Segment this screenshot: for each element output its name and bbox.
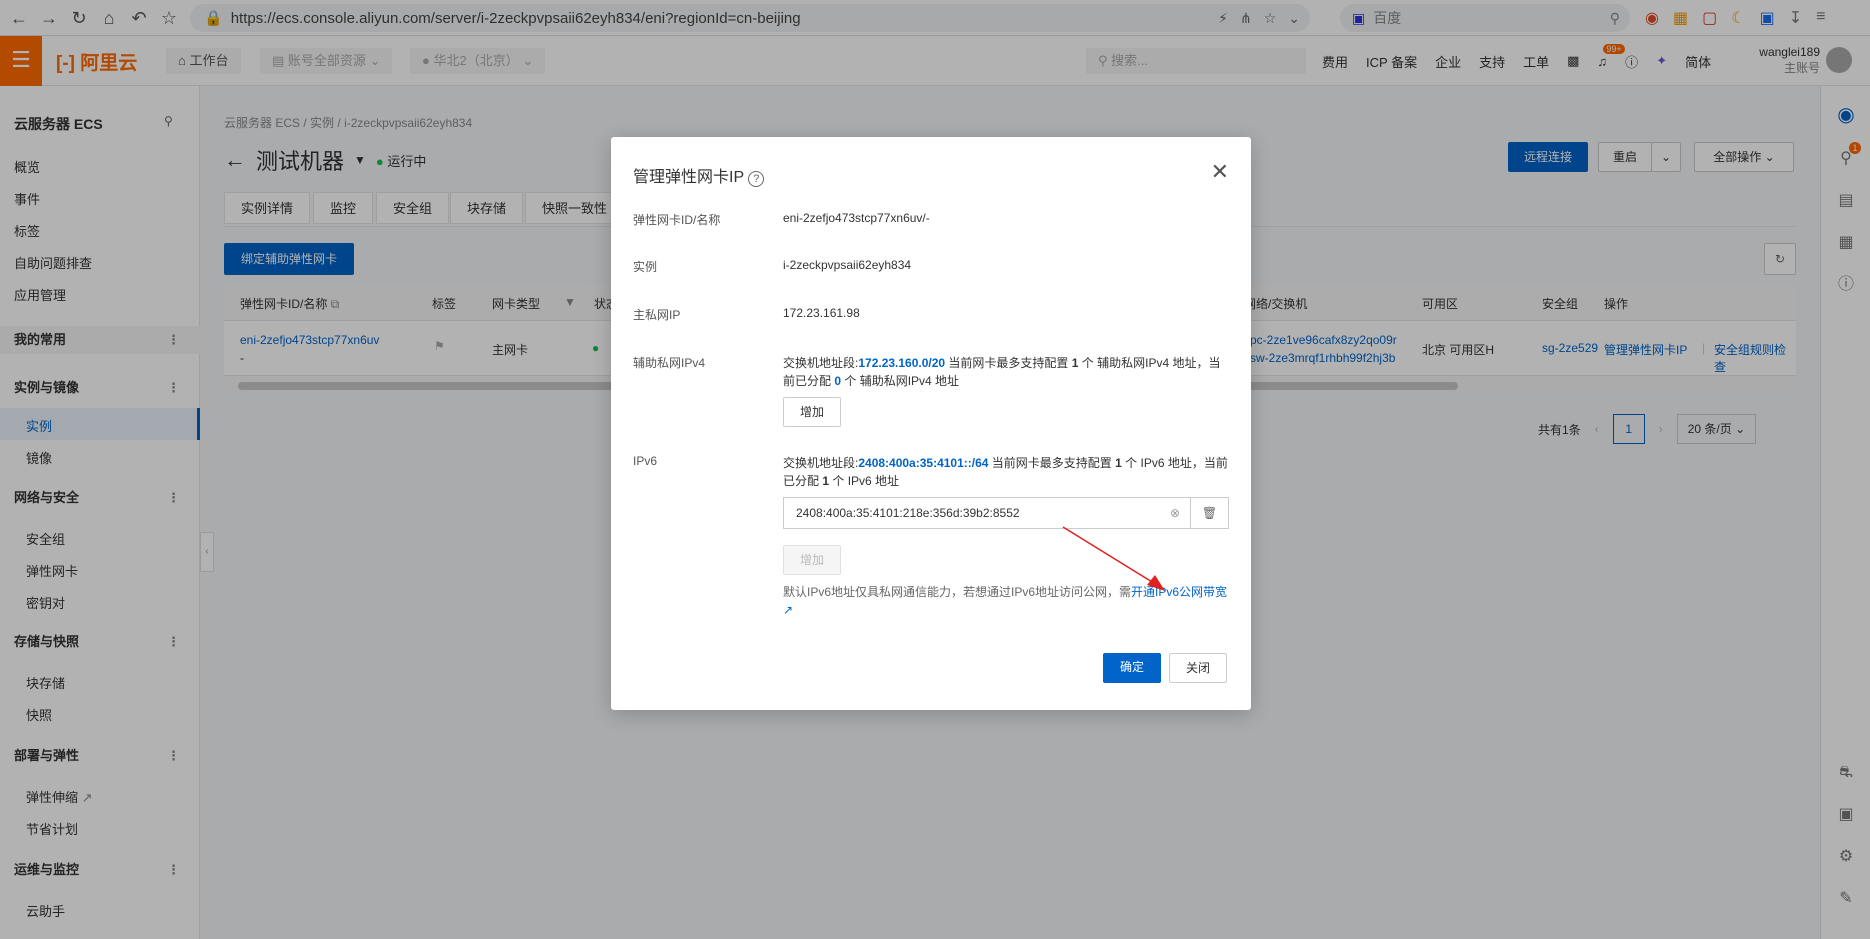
instance-label: 实例 [633, 260, 658, 274]
primary-ip-label: 主私网IP [633, 308, 681, 322]
instance-value: i-2zeckpvpsaii62eyh834 [783, 258, 912, 272]
close-button[interactable]: 关闭 [1169, 653, 1227, 683]
clear-icon[interactable]: ⊗ [1170, 506, 1180, 520]
help-circle-icon[interactable]: ? [748, 171, 765, 187]
dialog-title: 管理弹性网卡IP ? [633, 163, 765, 187]
ipv6-address-value: 2408:400a:35:4101:218e:356d:39b2:8552 [796, 506, 1020, 520]
ipv4-cidr: 172.23.160.0/20 [858, 356, 946, 370]
ipv6-prefix: 交换机地址段: [783, 456, 859, 470]
add-ipv6-button-disabled[interactable]: 增加 [783, 545, 841, 575]
ipv4-info: 交换机地址段:172.23.160.0/20 当前网卡最多支持配置 1 个 辅助… [783, 354, 1231, 390]
ipv6-cidr: 2408:400a:35:4101::/64 [858, 456, 989, 470]
ipv6-label: IPv6 [633, 454, 658, 468]
close-icon[interactable]: ✕ [1211, 159, 1229, 185]
red-arrow-annotation [1062, 526, 1165, 591]
ipv6-suffix: 个 IPv6 地址 [829, 474, 900, 488]
primary-ip-value: 172.23.161.98 [783, 306, 860, 320]
confirm-button[interactable]: 确定 [1103, 653, 1161, 683]
ipv6-mid1: 当前网卡最多支持配置 [988, 456, 1116, 470]
dialog-title-text: 管理弹性网卡IP [633, 169, 744, 186]
add-ipv4-button[interactable]: 增加 [783, 397, 841, 427]
ipv6-max: 1 [1115, 456, 1122, 470]
ipv4-suffix: 个 辅助私网IPv4 地址 [841, 374, 960, 388]
ipv4-mid1: 当前网卡最多支持配置 [945, 356, 1072, 370]
delete-icon[interactable]: 🗑 [1191, 497, 1229, 529]
eni-value: eni-2zefjo473stcp77xn6uv/- [783, 211, 930, 225]
secondary-ipv4-label: 辅助私网IPv4 [633, 356, 706, 370]
external-link-icon[interactable]: ↗ [783, 601, 1231, 619]
ipv4-prefix: 交换机地址段: [783, 356, 859, 370]
ipv6-info: 交换机地址段:2408:400a:35:4101::/64 当前网卡最多支持配置… [783, 454, 1231, 490]
eni-label: 弹性网卡ID/名称 [633, 213, 721, 227]
manage-eni-ip-dialog: 管理弹性网卡IP ? ✕ 弹性网卡ID/名称 eni-2zefjo473stcp… [611, 137, 1251, 710]
